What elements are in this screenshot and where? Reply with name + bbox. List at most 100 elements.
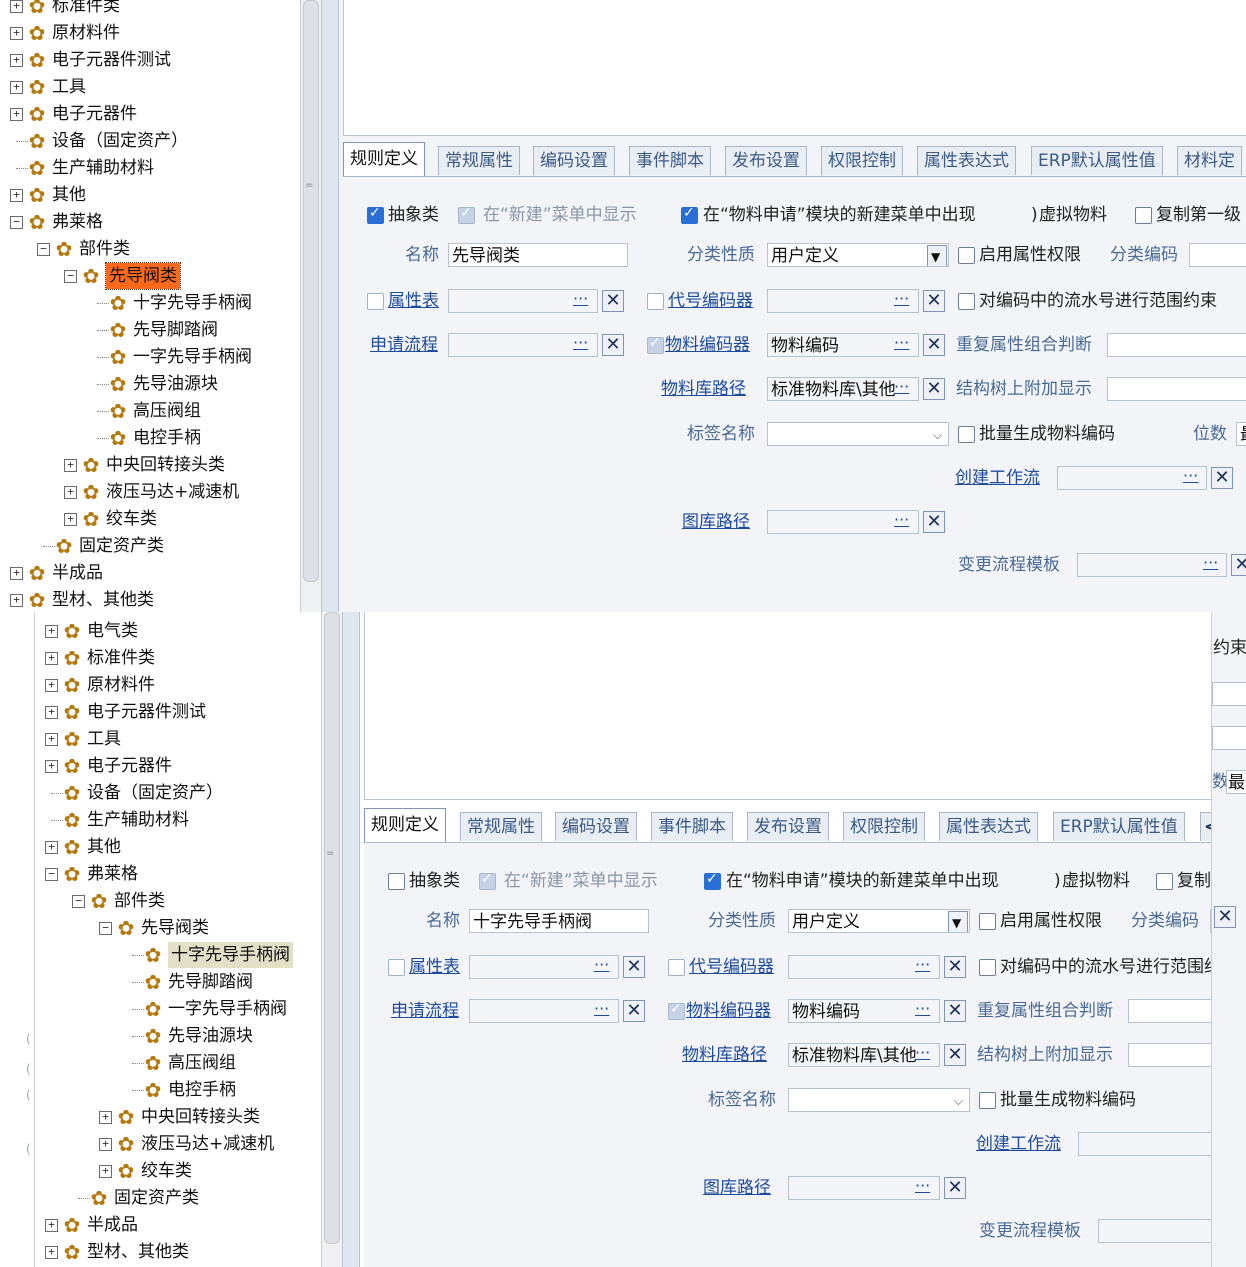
tree-node[interactable]: ✿ 一字先导手柄阀 <box>0 344 300 370</box>
expand-icon[interactable]: + <box>10 27 23 40</box>
tree-node[interactable]: + ✿ 其他 <box>35 834 321 860</box>
code-encoder-link[interactable]: 代号编码器 <box>689 955 774 979</box>
code-encoder-link[interactable]: 代号编码器 <box>668 289 753 313</box>
attr-table-link[interactable]: 属性表 <box>409 955 460 979</box>
collapse-icon[interactable]: − <box>37 243 50 256</box>
collapse-icon[interactable]: − <box>45 868 58 881</box>
material-lib-clear-icon[interactable]: ✕ <box>923 378 945 400</box>
abstract-checkbox[interactable] <box>367 205 384 224</box>
pane-splitter[interactable] <box>321 0 339 612</box>
tree-node[interactable]: + ✿ 电子元器件测试 <box>0 47 300 73</box>
tree-node[interactable]: − ✿ 先导阀类 <box>35 915 321 941</box>
tree-node[interactable]: + ✿ 液压马达+减速机 <box>0 479 300 505</box>
tree-node[interactable]: + ✿ 标准件类 <box>0 0 300 19</box>
tree-node[interactable]: + ✿ 半成品 <box>0 560 300 586</box>
expand-icon[interactable]: + <box>10 189 23 202</box>
create-workflow-link[interactable]: 创建工作流 <box>976 1132 1061 1156</box>
tree-scrollbar[interactable]: = <box>321 612 342 1267</box>
expand-icon[interactable]: + <box>45 625 58 638</box>
request-flow-clear-icon[interactable]: ✕ <box>602 334 624 356</box>
tree-node[interactable]: + ✿ 中央回转接头类 <box>0 452 300 478</box>
tree-node[interactable]: + ✿ 电子元器件 <box>35 753 321 779</box>
attr-table-link[interactable]: 属性表 <box>388 289 439 313</box>
tree-node[interactable]: ✿ 高压阀组 <box>0 398 300 424</box>
request-flow-link[interactable]: 申请流程 <box>391 999 459 1023</box>
attr-table-checkbox[interactable] <box>388 959 405 976</box>
class-nature-select[interactable]: 用户定义 ▼ <box>788 909 970 933</box>
expand-icon[interactable]: + <box>10 81 23 94</box>
tree-node[interactable]: + ✿ 电子元器件测试 <box>35 699 321 725</box>
tree-node[interactable]: ✿ 先导油源块 <box>0 371 300 397</box>
digits-input[interactable]: 最 <box>1236 422 1246 446</box>
tree-node[interactable]: + ✿ 工具 <box>35 726 321 752</box>
material-encoder-clear-icon[interactable]: ✕ <box>923 334 945 356</box>
collapse-icon[interactable]: − <box>64 270 77 283</box>
tree-node[interactable]: − ✿ 弗莱格 <box>35 861 321 887</box>
show-in-request-checkbox[interactable] <box>704 871 721 890</box>
tree-node[interactable]: ✿ 高压阀组 <box>35 1050 321 1076</box>
code-encoder-checkbox[interactable] <box>668 959 685 976</box>
tab-publish-settings[interactable]: 发布设置 <box>747 812 829 841</box>
material-encoder-checkbox[interactable] <box>647 335 664 354</box>
tree-node[interactable]: ✿ 生产辅助材料 <box>0 155 300 181</box>
material-encoder-browse-button[interactable]: ··· <box>915 999 930 1023</box>
drawing-lib-browse-button[interactable]: ··· <box>894 510 909 534</box>
code-encoder-browse-button[interactable]: ··· <box>894 289 909 313</box>
expand-icon[interactable]: + <box>45 1219 58 1232</box>
tree-node[interactable]: ✿ 设备（固定资产） <box>35 780 321 806</box>
expand-icon[interactable]: + <box>10 108 23 121</box>
tree-scrollbar[interactable]: = <box>300 0 321 612</box>
collapse-icon[interactable]: − <box>10 216 23 229</box>
show-in-new-menu-checkbox[interactable] <box>458 205 475 224</box>
tab-permission[interactable]: 权限控制 <box>821 146 903 175</box>
tree-node[interactable]: − ✿ 弗莱格 <box>0 209 300 235</box>
expand-icon[interactable]: + <box>99 1165 112 1178</box>
tree-node[interactable]: + ✿ 绞车类 <box>0 506 300 532</box>
range-constraint-checkbox[interactable] <box>958 293 975 310</box>
tag-name-select[interactable]: ⌵ <box>767 422 949 446</box>
expand-icon[interactable]: + <box>45 679 58 692</box>
range-constraint-checkbox[interactable] <box>979 959 996 976</box>
struct-tree-extra-input[interactable] <box>1128 1043 1214 1067</box>
attr-table-browse-button[interactable]: ··· <box>573 289 588 313</box>
material-lib-browse-button[interactable]: ··· <box>915 1043 930 1067</box>
request-flow-browse-button[interactable]: ··· <box>573 333 588 357</box>
create-workflow-link[interactable]: 创建工作流 <box>955 466 1040 490</box>
create-workflow-input[interactable] <box>1078 1132 1214 1156</box>
tree-node[interactable]: − ✿ 部件类 <box>0 236 300 262</box>
material-encoder-link[interactable]: 物料编码器 <box>665 333 750 357</box>
collapse-icon[interactable]: − <box>99 922 112 935</box>
material-lib-clear-icon[interactable]: ✕ <box>944 1044 966 1066</box>
request-flow-clear-icon[interactable]: ✕ <box>623 1000 645 1022</box>
material-encoder-clear-icon[interactable]: ✕ <box>944 1000 966 1022</box>
expand-icon[interactable]: + <box>45 1246 58 1259</box>
code-encoder-clear-icon[interactable]: ✕ <box>944 956 966 978</box>
abstract-checkbox[interactable] <box>388 873 405 890</box>
expand-icon[interactable]: + <box>10 0 23 13</box>
expand-icon[interactable]: + <box>10 54 23 67</box>
expand-icon[interactable]: + <box>99 1111 112 1124</box>
tag-name-select[interactable]: ⌵ <box>788 1088 970 1112</box>
tree-node[interactable]: ✿ 电控手柄 <box>35 1077 321 1103</box>
tree-node[interactable]: − ✿ 部件类 <box>35 888 321 914</box>
attr-table-checkbox[interactable] <box>367 293 384 310</box>
code-encoder-browse-button[interactable]: ··· <box>915 955 930 979</box>
batch-gen-checkbox[interactable] <box>979 1092 996 1109</box>
tree-node[interactable]: ✿ 一字先导手柄阀 <box>35 996 321 1022</box>
code-encoder-clear-icon[interactable]: ✕ <box>923 290 945 312</box>
tab-attr-expression[interactable]: 属性表达式 <box>939 812 1038 841</box>
tree-node[interactable]: + ✿ 型材、其他类 <box>0 587 300 612</box>
tree-scrollbar-thumb[interactable] <box>303 0 319 582</box>
tab-attr-expression[interactable]: 属性表达式 <box>917 146 1016 175</box>
tree-node[interactable]: + ✿ 中央回转接头类 <box>35 1104 321 1130</box>
material-encoder-browse-button[interactable]: ··· <box>894 333 909 357</box>
tree-node[interactable]: ✿ 生产辅助材料 <box>35 807 321 833</box>
tree-node[interactable]: + ✿ 电气类 <box>35 618 321 644</box>
attr-table-clear-icon[interactable]: ✕ <box>602 290 624 312</box>
tab-general-attrs[interactable]: 常规属性 <box>438 146 520 175</box>
change-flow-tpl-browse-button[interactable]: ··· <box>1203 553 1218 577</box>
tab-rule-def[interactable]: 规则定义 <box>343 142 425 176</box>
attr-table-clear-icon[interactable]: ✕ <box>623 956 645 978</box>
batch-gen-checkbox[interactable] <box>958 426 975 443</box>
expand-icon[interactable]: + <box>10 567 23 580</box>
